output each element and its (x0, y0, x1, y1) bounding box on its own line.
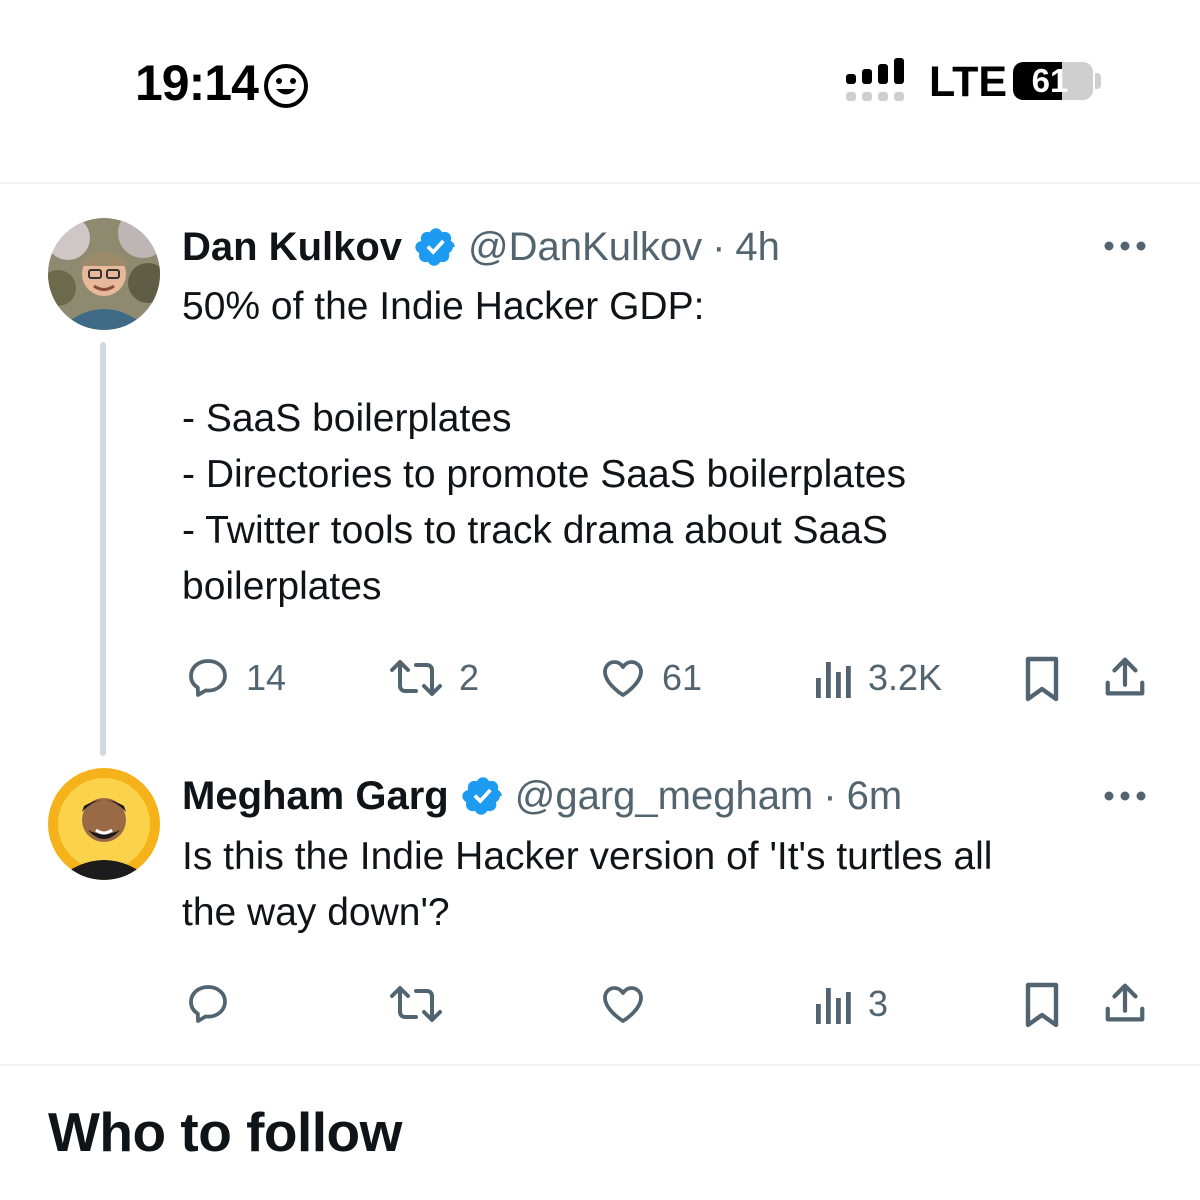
reply-button[interactable]: 14 (184, 654, 286, 702)
reply-button[interactable] (184, 980, 246, 1028)
more-options-icon[interactable] (1103, 782, 1147, 815)
reply-icon (189, 659, 227, 697)
author-name[interactable]: Dan Kulkov (182, 225, 402, 270)
battery-icon: 61 (1013, 62, 1093, 100)
tweet-text: Is this the Indie Hacker version of 'It'… (182, 829, 1142, 941)
views-button[interactable]: 3.2K (812, 654, 942, 702)
tweet-text: 50% of the Indie Hacker GDP: - SaaS boil… (182, 279, 1142, 615)
heart-icon (603, 660, 643, 697)
who-to-follow-heading: Who to follow (48, 1101, 402, 1163)
views-icon (816, 662, 851, 698)
tweet-header: Megham Garg @garg_megham · 6m (182, 771, 902, 821)
focus-smiley-icon (262, 62, 310, 115)
repost-icon (390, 986, 442, 1022)
author-name[interactable]: Megham Garg (182, 774, 449, 819)
like-button[interactable]: 61 (598, 654, 702, 702)
share-button[interactable] (1102, 980, 1148, 1028)
tweet-timestamp[interactable]: 4h (735, 225, 780, 270)
verified-badge-icon (414, 225, 458, 269)
views-icon (816, 988, 851, 1024)
status-bar: 19:14 LTE 61 (0, 0, 1200, 180)
tweet-text-line (182, 335, 1142, 391)
like-count: 61 (662, 657, 703, 698)
signal-strength-icon (846, 58, 910, 109)
avatar[interactable] (48, 218, 160, 330)
avatar[interactable] (48, 768, 160, 880)
repost-button[interactable]: 2 (387, 654, 479, 702)
like-button[interactable] (598, 980, 662, 1028)
tweet-text-line: - Twitter tools to track drama about Saa… (182, 509, 888, 552)
author-handle[interactable]: @DanKulkov (468, 225, 702, 270)
status-time: 19:14 (135, 55, 259, 111)
views-button[interactable]: 3 (812, 980, 888, 1028)
battery-tip (1095, 73, 1101, 89)
bookmark-button[interactable] (1020, 654, 1064, 704)
reply-icon (189, 985, 227, 1023)
tweet-text-line: - SaaS boilerplates (182, 397, 512, 440)
tweet-text-line: 50% of the Indie Hacker GDP: (182, 285, 705, 328)
tweet-text-line: boilerplates (182, 565, 382, 608)
tweet-text-line: - Directories to promote SaaS boilerplat… (182, 453, 906, 496)
repost-count: 2 (459, 657, 480, 698)
screen: 19:14 LTE 61 Dan Kulkov @DanKulkov · 4h … (0, 0, 1200, 1200)
bookmark-icon (1025, 982, 1059, 1028)
battery-percent: 61 (1031, 62, 1069, 99)
top-divider (0, 182, 1200, 184)
header-separator: · (712, 224, 726, 269)
share-button[interactable] (1102, 654, 1148, 702)
repost-button[interactable] (387, 980, 459, 1028)
share-icon (1105, 657, 1145, 696)
header-separator: · (823, 773, 837, 818)
thread-line (100, 342, 106, 756)
tweet-text-line: the way down'? (182, 891, 450, 934)
author-handle[interactable]: @garg_megham (515, 774, 814, 819)
tweet-timestamp[interactable]: 6m (847, 774, 903, 819)
bookmark-icon (1025, 656, 1059, 702)
heart-icon (603, 986, 643, 1023)
tweet-text-line: Is this the Indie Hacker version of 'It'… (182, 835, 993, 878)
reply-count: 14 (246, 657, 287, 698)
bookmark-button[interactable] (1020, 980, 1064, 1030)
tweet-header: Dan Kulkov @DanKulkov · 4h (182, 222, 780, 272)
views-count: 3 (868, 983, 889, 1024)
views-count: 3.2K (868, 657, 943, 698)
share-icon (1105, 983, 1145, 1022)
repost-icon (390, 660, 442, 696)
verified-badge-icon (461, 774, 505, 818)
network-type: LTE (929, 58, 1008, 106)
more-options-icon[interactable] (1103, 232, 1147, 265)
section-divider (0, 1064, 1200, 1066)
